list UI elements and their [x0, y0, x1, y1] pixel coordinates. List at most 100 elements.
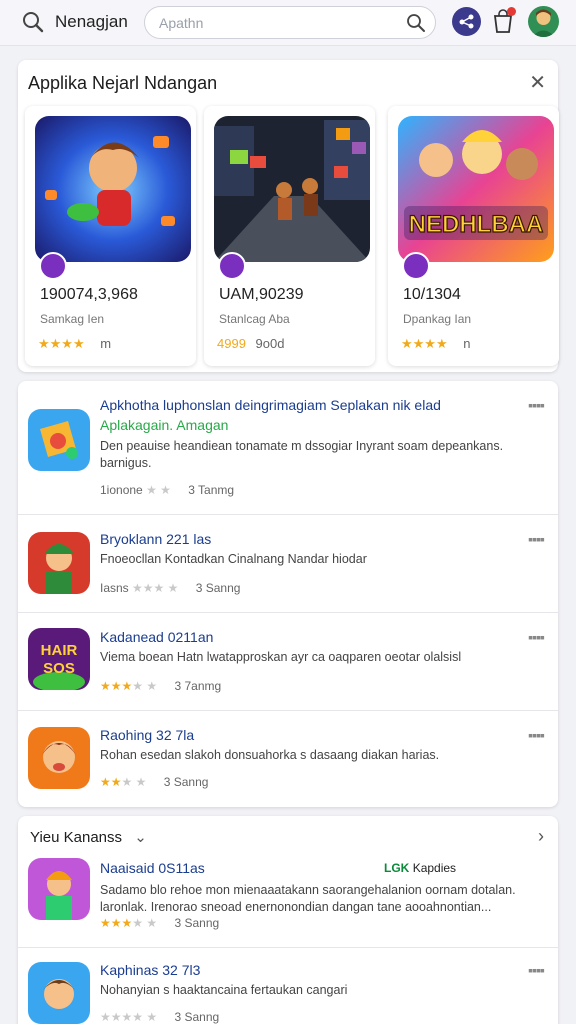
featured-stat: 10/1304: [403, 286, 461, 303]
rating-label: Iasns: [100, 581, 129, 595]
rating-row: ★★★★ ★ 3 7anmg: [100, 679, 221, 693]
app-list-panel: Apkhotha luphonslan deingrimagiam Seplak…: [18, 381, 558, 807]
tag-label: LGK Kapdies: [384, 861, 456, 875]
rating-row: ★★★★ n: [401, 336, 470, 352]
game-art-image: [214, 116, 370, 262]
app-title[interactable]: Bryoklann 221 las: [100, 531, 211, 547]
app-title[interactable]: Kaphinas 32 7l3: [100, 962, 200, 978]
app-icon: [28, 532, 90, 594]
rating-text: n: [463, 336, 471, 351]
art-wordmark: NEDHLBAA: [409, 211, 544, 238]
rating-count: 3 Sanng: [174, 1010, 220, 1024]
star-icon: ★ ★: [132, 679, 158, 693]
star-icon: ★★★: [100, 679, 133, 693]
rating-row: ★★★★ ★ 3 Sanng: [100, 1010, 219, 1024]
more-options-icon[interactable]: ▪▪▪▪: [528, 727, 545, 743]
search-placeholder: Apathn: [159, 15, 204, 31]
game-art-image: [35, 116, 191, 262]
share-icon: [459, 14, 474, 29]
app-description: Nohanyian s haaktancaina fertaukan canga…: [100, 983, 348, 997]
coin-icons: 4999: [217, 336, 246, 351]
chevron-right-icon[interactable]: ›: [538, 826, 544, 847]
featured-subtitle: Dpankag Ian: [403, 312, 472, 326]
list-item[interactable]: Apkhotha luphonslan deingrimagiam Seplak…: [18, 381, 558, 515]
rating-count: 3 Tanmg: [188, 483, 235, 497]
rating-row: ★★★ ★ 3 Sanng: [100, 775, 208, 789]
list-item[interactable]: HAIR SOS Kadanead 0211an Viema boean Hat…: [18, 613, 558, 711]
app-description: Rohan esedan slakoh donsuahorka s dasaan…: [100, 748, 440, 762]
star-icon: ★★★ ★: [132, 581, 179, 595]
recommended-panel: Yieu Kananss ⌄ › Naaisaid 0S11as Sadamo …: [18, 816, 558, 1024]
rating-row: ★★★★ m: [38, 336, 111, 352]
star-icon: ★ ★: [146, 483, 171, 497]
app-description: Sadamo blo rehoe mon mienaaatakann saora…: [100, 883, 516, 914]
rating-text: 9o0d: [255, 336, 285, 351]
app-title: Nenagjan: [55, 12, 128, 31]
search-input[interactable]: Apathn: [144, 6, 436, 39]
app-title[interactable]: Raohing 32 7la: [100, 727, 194, 743]
tag-prefix: LGK: [384, 861, 410, 875]
app-badge-icon: [39, 252, 67, 280]
close-icon[interactable]: ✕: [529, 73, 546, 93]
app-icon: [28, 727, 90, 789]
search-icon[interactable]: [22, 11, 44, 33]
rating-label: 1ionone: [100, 483, 143, 497]
featured-card[interactable]: 190074,3,968 Samkag Ien ★★★★ m: [25, 106, 196, 366]
list-item[interactable]: Bryoklann 221 las Fnoeocllan Kontadkan C…: [18, 515, 558, 613]
app-icon: [28, 409, 90, 471]
list-item[interactable]: Raohing 32 7la Rohan esedan slakoh donsu…: [18, 711, 558, 807]
app-description: Fnoeocllan Kontadkan Cinalnang Nandar hi…: [100, 552, 367, 566]
app-icon: [28, 962, 90, 1024]
rating-row: 4999 9o0d: [217, 336, 284, 351]
rating-count: 3 Sanng: [163, 775, 209, 789]
icon-wordmark: HAIR: [41, 642, 78, 659]
featured-subtitle: Samkag Ien: [40, 312, 105, 326]
app-subtitle: Aplakagain. Amagan: [100, 417, 229, 433]
app-icon: HAIR SOS: [28, 628, 90, 690]
more-options-icon[interactable]: ▪▪▪▪: [528, 962, 545, 978]
tag-text: Kapdies: [412, 861, 457, 875]
chevron-down-icon: ⌄: [134, 829, 147, 846]
featured-title: Applika Nejarl Ndangan: [28, 73, 218, 93]
featured-card[interactable]: UAM,90239 Stanlcag Aba 4999 9o0d: [204, 106, 375, 366]
share-button[interactable]: [452, 7, 481, 36]
more-options-icon[interactable]: ▪▪▪▪: [528, 531, 545, 547]
rating-count: 3 Sanng: [195, 581, 241, 595]
game-art-image: NEDHLBAA: [398, 116, 554, 262]
app-title[interactable]: Kadanead 0211an: [100, 629, 213, 645]
app-description: Den peauise heandiean tonamate m dssogia…: [100, 439, 504, 470]
featured-panel: Applika Nejarl Ndangan ✕ 190074,3,968 Sa…: [18, 60, 559, 372]
featured-card[interactable]: NEDHLBAA 10/1304 Dpankag Ian ★★★★ n: [388, 106, 559, 366]
top-bar: Nenagjan Apathn: [0, 0, 576, 46]
app-badge-icon: [402, 252, 430, 280]
more-options-icon[interactable]: ▪▪▪▪: [528, 397, 545, 413]
app-description: Viema boean Hatn lwatapproskan ayr ca oa…: [100, 650, 462, 664]
section-title-text: Yieu Kananss: [30, 829, 123, 846]
app-title[interactable]: Apkhotha luphonslan deingrimagiam Seplak…: [100, 397, 441, 413]
rating-text: m: [100, 336, 112, 351]
rating-row: Iasns ★★★ ★ 3 Sanng: [100, 581, 240, 595]
avatar[interactable]: [528, 6, 559, 37]
star-icon: ★ ★: [121, 775, 147, 789]
featured-stat: UAM,90239: [219, 286, 304, 303]
star-icon: ★★★★ ★: [100, 1010, 158, 1024]
featured-stat: 190074,3,968: [40, 286, 138, 303]
app-badge-icon: [218, 252, 246, 280]
list-item[interactable]: Kaphinas 32 7l3 Nohanyian s haaktancaina…: [18, 948, 558, 1024]
featured-subtitle: Stanlcag Aba: [219, 312, 290, 326]
magnifier-icon[interactable]: [406, 13, 426, 33]
section-title[interactable]: Yieu Kananss ⌄: [30, 828, 147, 846]
rating-row: ★★★★ ★ 3 Sanng: [100, 916, 219, 930]
list-item[interactable]: Naaisaid 0S11as Sadamo blo rehoe mon mie…: [18, 852, 558, 948]
notification-dot: [507, 7, 516, 16]
rating-count: 3 7anmg: [174, 679, 222, 693]
rating-row: 1ionone ★ ★ 3 Tanmg: [100, 483, 234, 497]
star-icon: ★★★★: [38, 336, 85, 351]
rating-count: 3 Sanng: [174, 916, 220, 930]
more-options-icon[interactable]: ▪▪▪▪: [528, 629, 545, 645]
app-icon: [28, 858, 90, 920]
star-icon: ★★★: [100, 916, 133, 930]
star-icon: ★ ★: [132, 916, 158, 930]
icon-wordmark: SOS: [43, 660, 75, 677]
app-title[interactable]: Naaisaid 0S11as: [100, 860, 205, 876]
